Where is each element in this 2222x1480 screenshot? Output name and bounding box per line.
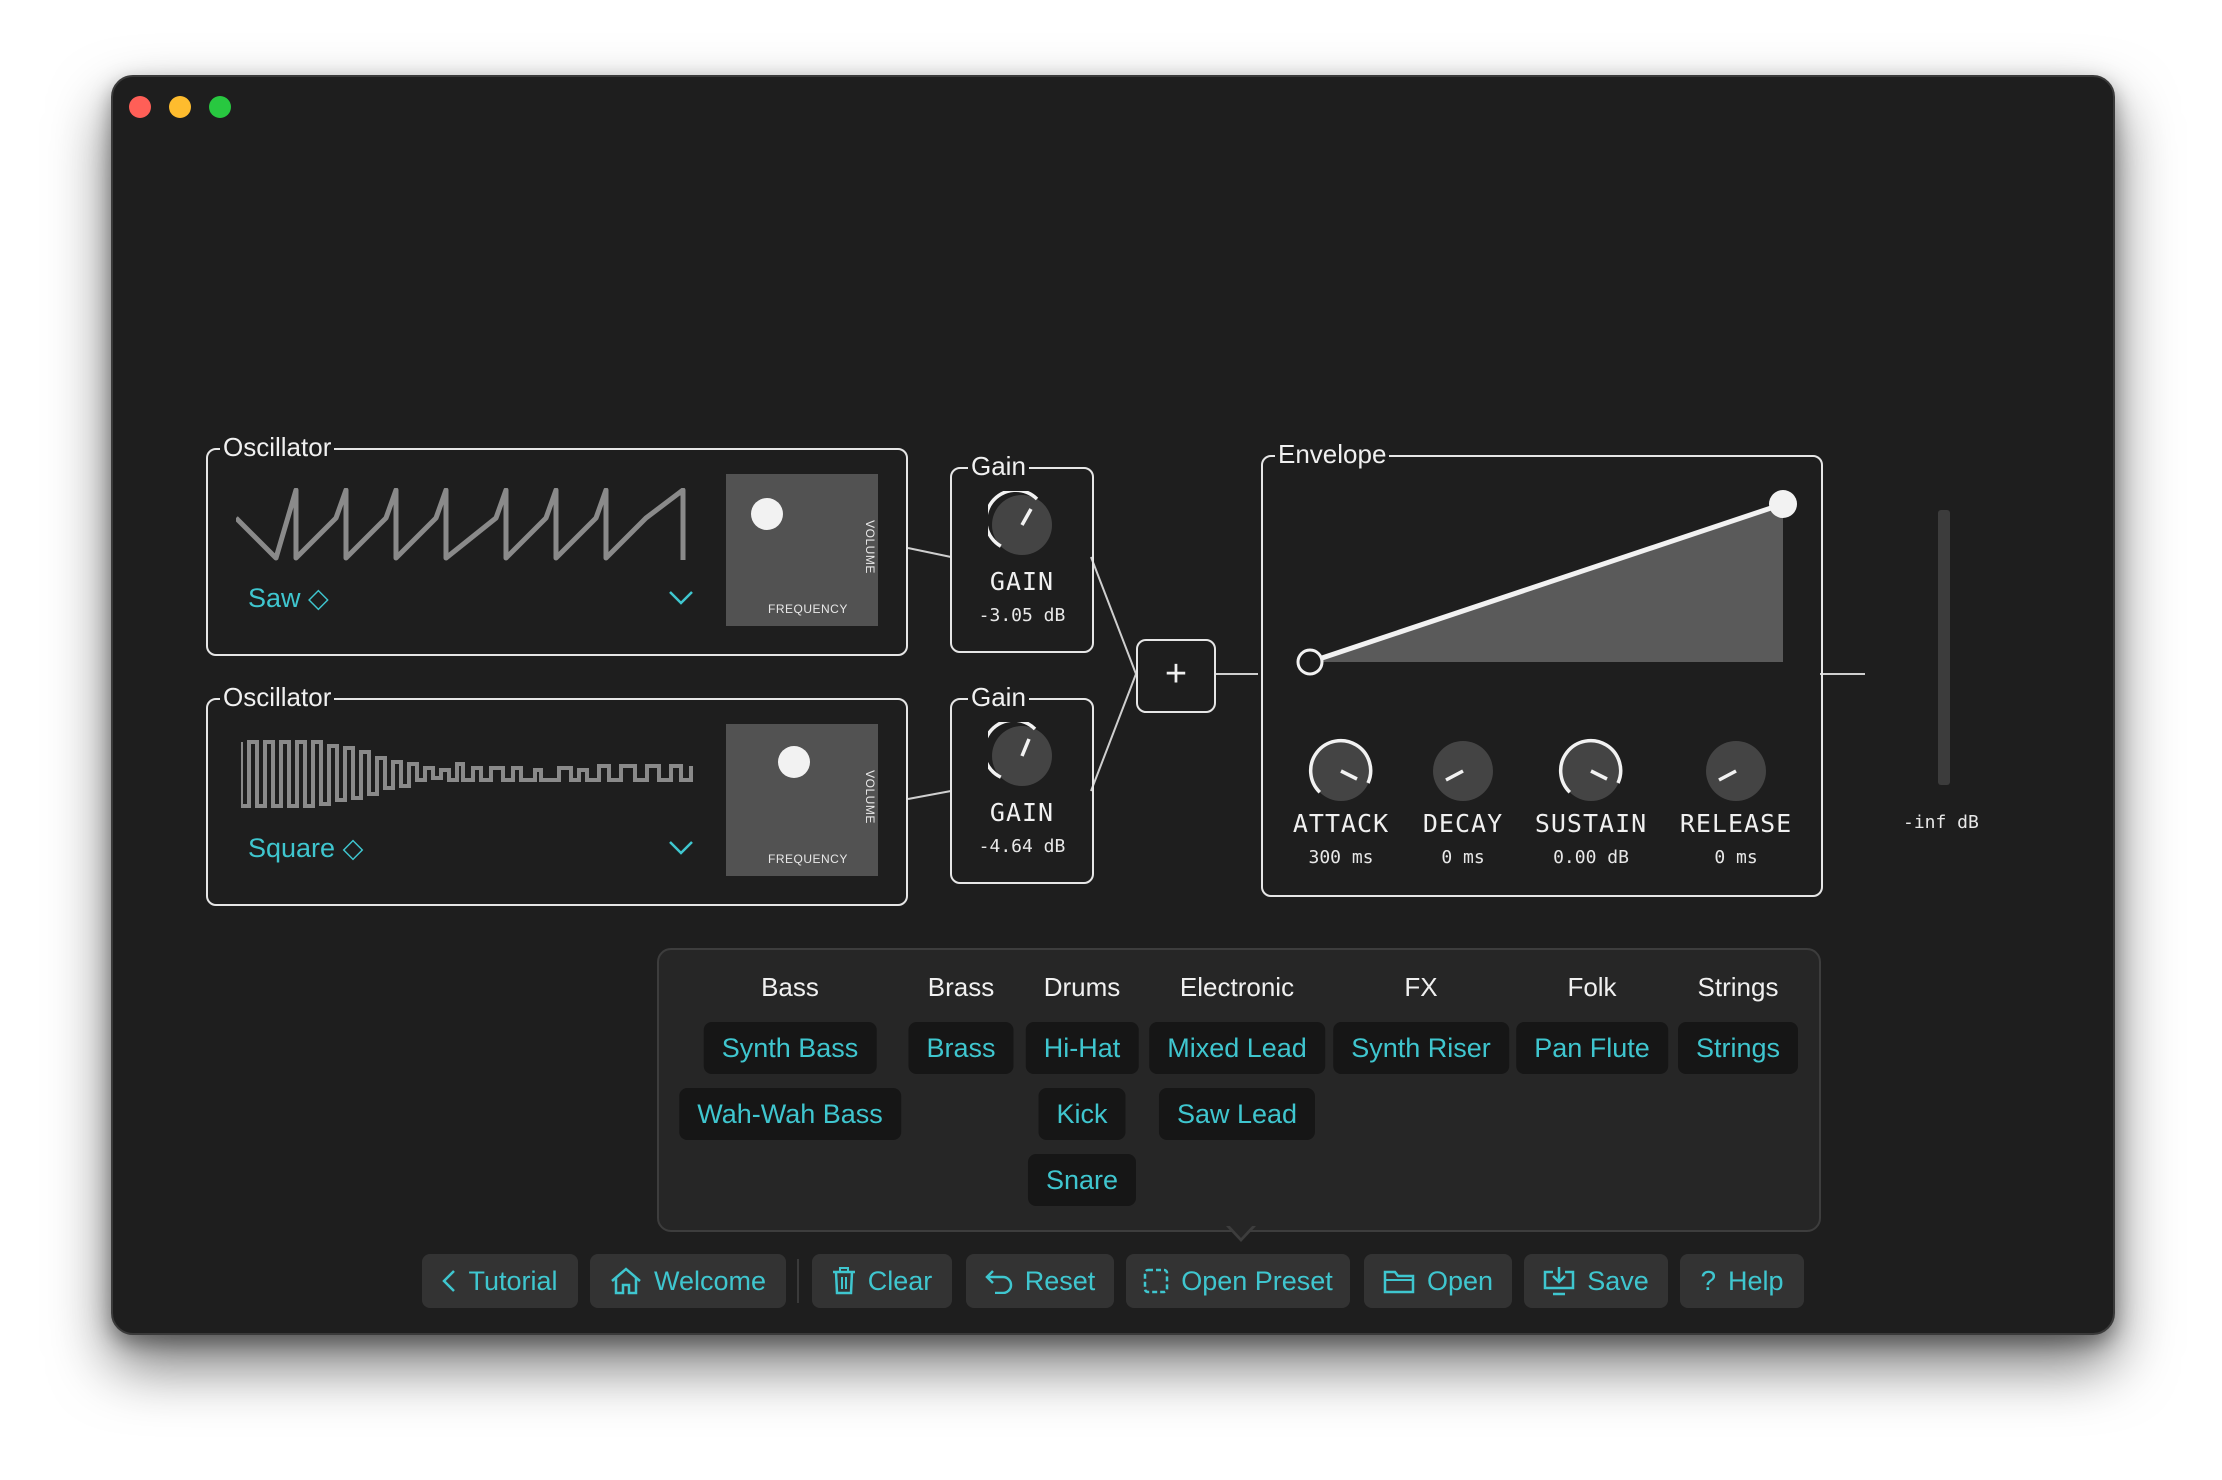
welcome-button[interactable]: Welcome <box>590 1254 786 1308</box>
envelope-panel: Envelope ATTACK 300 ms DECAY 0 ms SUSTAI… <box>1261 439 1823 897</box>
save-download-icon <box>1543 1267 1575 1296</box>
preset-pan-flute[interactable]: Pan Flute <box>1516 1022 1668 1074</box>
mixer-add-node[interactable]: + <box>1136 639 1216 713</box>
popover-arrow-fill <box>1228 1224 1254 1238</box>
gain-knob[interactable] <box>988 491 1056 559</box>
open-preset-button[interactable]: Open Preset <box>1126 1254 1350 1308</box>
reset-button[interactable]: Reset <box>966 1254 1114 1308</box>
preset-hi-hat[interactable]: Hi-Hat <box>1025 1022 1139 1074</box>
attack-value: 300 ms <box>1308 847 1374 868</box>
waveform-select[interactable]: Square ◇ <box>248 833 363 864</box>
open-button[interactable]: Open <box>1364 1254 1512 1308</box>
envelope-graph[interactable] <box>1293 487 1803 687</box>
tutorial-label: Tutorial <box>468 1265 558 1296</box>
preset-brass[interactable]: Brass <box>908 1022 1014 1074</box>
home-icon <box>611 1267 641 1295</box>
preset-snare[interactable]: Snare <box>1027 1154 1137 1206</box>
preset-saw-lead[interactable]: Saw Lead <box>1158 1088 1316 1140</box>
preset-wah-wah-bass[interactable]: Wah-Wah Bass <box>679 1088 901 1140</box>
dashed-selection-icon <box>1143 1268 1169 1294</box>
preset-synth-bass[interactable]: Synth Bass <box>703 1022 877 1074</box>
xy-pad[interactable]: VOLUME FREQUENCY <box>726 724 878 876</box>
open-preset-label: Open Preset <box>1181 1265 1333 1296</box>
help-button[interactable]: ? Help <box>1680 1254 1804 1308</box>
waveform-select[interactable]: Saw ◇ <box>248 583 329 614</box>
undo-icon <box>984 1270 1012 1294</box>
clear-button[interactable]: Clear <box>812 1254 952 1308</box>
envelope-start-handle[interactable] <box>1296 648 1324 676</box>
oscillator-title: Oscillator <box>220 682 335 712</box>
xy-pad-x-label: FREQUENCY <box>768 602 848 616</box>
sustain-value: 0.00 dB <box>1553 847 1629 868</box>
decay-label: DECAY <box>1422 809 1504 838</box>
clear-label: Clear <box>867 1265 933 1296</box>
saw-wave-icon <box>236 488 686 561</box>
output-level-meter <box>1938 510 1950 785</box>
envelope-peak-handle[interactable] <box>1769 490 1797 518</box>
preset-category-folk: Folk <box>1567 972 1617 1002</box>
tutorial-button[interactable]: Tutorial <box>422 1254 578 1308</box>
preset-category-drums: Drums <box>1043 972 1121 1002</box>
xy-pad-x-label: FREQUENCY <box>768 852 848 866</box>
welcome-label: Welcome <box>653 1265 767 1296</box>
preset-synth-riser[interactable]: Synth Riser <box>1333 1022 1509 1074</box>
save-label: Save <box>1587 1265 1649 1296</box>
gain-label: GAIN <box>989 798 1055 827</box>
sustain-knob[interactable] <box>1557 737 1625 805</box>
preset-category-fx: FX <box>1404 972 1438 1002</box>
xy-pad-handle[interactable] <box>778 746 810 778</box>
gain-panel-1: Gain GAIN -3.05 dB <box>950 451 1094 653</box>
oscillator-panel-1: Oscillator Saw ◇ VOLUME FREQUENCY <box>206 432 908 656</box>
preset-category-brass: Brass <box>927 972 995 1002</box>
chevron-left-icon <box>442 1270 456 1292</box>
xy-pad[interactable]: VOLUME FREQUENCY <box>726 474 878 626</box>
output-level-label: -inf dB <box>1903 812 1979 833</box>
app-window: Oscillator Saw ◇ VOLUME FREQUENCY Oscill… <box>111 75 2115 1335</box>
question-mark-icon: ? <box>1700 1265 1717 1296</box>
gain-label: GAIN <box>989 567 1055 596</box>
gain-knob[interactable] <box>988 722 1056 790</box>
xy-pad-y-label: VOLUME <box>862 520 877 574</box>
preset-strings[interactable]: Strings <box>1677 1022 1799 1074</box>
folder-icon <box>1383 1270 1415 1294</box>
gain-title: Gain <box>968 682 1029 712</box>
release-label: RELEASE <box>1679 809 1793 838</box>
preset-category-electronic: Electronic <box>1179 972 1295 1002</box>
reset-label: Reset <box>1024 1265 1096 1296</box>
envelope-title: Envelope <box>1275 439 1390 469</box>
save-button[interactable]: Save <box>1524 1254 1668 1308</box>
oscillator-title: Oscillator <box>220 432 335 462</box>
attack-label: ATTACK <box>1292 809 1390 838</box>
gain-panel-2: Gain GAIN -4.64 dB <box>950 682 1094 884</box>
preset-mixed-lead[interactable]: Mixed Lead <box>1149 1022 1325 1074</box>
preset-category-strings: Strings <box>1697 972 1779 1002</box>
gain-value: -3.05 dB <box>978 605 1066 626</box>
help-label: Help <box>1728 1265 1784 1296</box>
release-knob[interactable] <box>1702 737 1770 805</box>
decay-value: 0 ms <box>1441 847 1485 868</box>
xy-pad-handle[interactable] <box>751 498 783 530</box>
preset-category-bass: Bass <box>761 972 819 1002</box>
trash-icon <box>832 1267 855 1295</box>
decay-knob[interactable] <box>1429 737 1497 805</box>
oscillator-panel-2: Oscillator Square ◇ VOLUME FREQUENCY <box>206 682 908 906</box>
preset-kick[interactable]: Kick <box>1038 1088 1126 1140</box>
gain-title: Gain <box>968 451 1029 481</box>
xy-pad-y-label: VOLUME <box>862 770 877 824</box>
chevron-down-icon[interactable] <box>668 590 694 606</box>
open-label: Open <box>1426 1265 1494 1296</box>
release-value: 0 ms <box>1714 847 1758 868</box>
attack-knob[interactable] <box>1307 737 1375 805</box>
toolbar-separator <box>797 1259 799 1303</box>
preset-browser-popover: Bass Synth Bass Wah-Wah Bass Brass Brass… <box>657 948 1821 1232</box>
square-wave-icon <box>241 740 693 808</box>
chevron-down-icon[interactable] <box>668 840 694 856</box>
sustain-label: SUSTAIN <box>1534 809 1648 838</box>
gain-value: -4.64 dB <box>978 836 1066 857</box>
